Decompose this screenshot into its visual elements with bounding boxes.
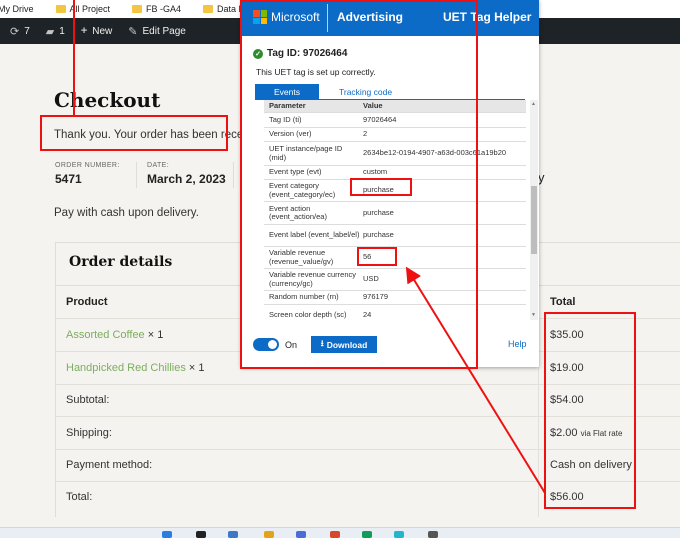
taskbar-app-icon[interactable] <box>228 531 238 538</box>
taskbar-app-icon[interactable] <box>264 531 274 538</box>
taskbar-app-icon[interactable] <box>394 531 404 538</box>
taskbar <box>0 527 680 538</box>
annotation-arrows <box>73 0 546 494</box>
arrow-line <box>405 266 546 494</box>
search-icon[interactable] <box>196 531 206 538</box>
taskbar-app-icon[interactable] <box>330 531 340 538</box>
windows-start-icon[interactable] <box>162 531 172 538</box>
taskbar-app-icon[interactable] <box>296 531 306 538</box>
taskbar-app-icon[interactable] <box>428 531 438 538</box>
taskbar-app-icon[interactable] <box>362 531 372 538</box>
